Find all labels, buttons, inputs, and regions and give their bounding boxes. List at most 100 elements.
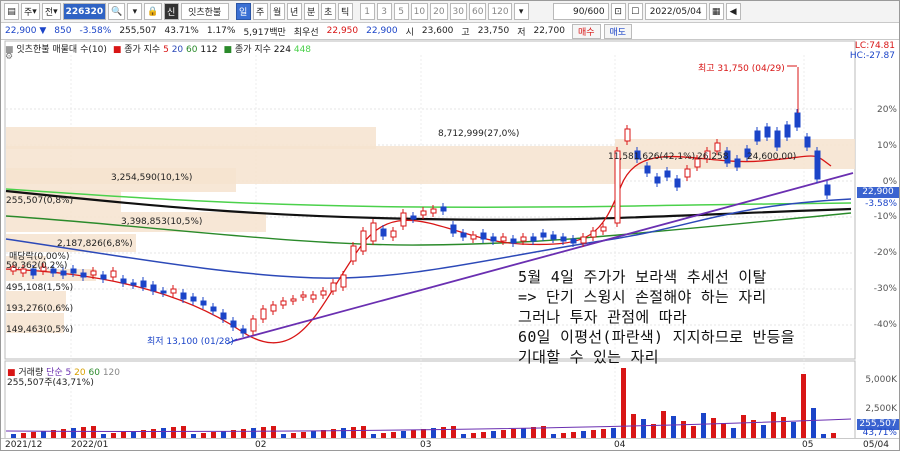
volume-bar-69: [701, 413, 706, 438]
analysis-annotation: 5월 4일 주가가 보라색 추세선 이탈 => 단기 스윙시 손절해야 하는 자…: [518, 267, 795, 367]
volume-bar-63: [641, 419, 646, 438]
candle-body-24: [250, 318, 257, 332]
profile-label-8: 2,187,826(6,8%): [57, 239, 133, 249]
legend-ma2: ■ 종가 지수 224 448: [223, 44, 312, 55]
annotation-line-3: 그러나 투자 관점에 따라: [518, 308, 687, 326]
date-axis: 2021/12 2022/01 02 03 04 05 05/04: [1, 438, 899, 450]
candle-body-21: [220, 312, 227, 320]
volume-bar-59: [601, 429, 606, 438]
volume-bar-68: [691, 426, 696, 438]
volume-bar-3: [41, 431, 46, 438]
profile-label-5: 3,254,590(10,1%): [111, 173, 193, 183]
candle-body-14: [150, 284, 157, 292]
xaxis-2021-12: 2021/12: [5, 440, 43, 450]
annotation-line-2: => 단기 스윙시 손절해야 하는 자리: [518, 288, 767, 306]
profile-label-4: 24,600,00): [747, 152, 797, 162]
volume-axis-2500k: 2,500K: [865, 404, 897, 414]
xaxis-04: 04: [614, 440, 626, 450]
axis-0pct: 0%: [882, 177, 897, 187]
volume-bar-8: [91, 426, 96, 438]
volume-ma120: 120: [102, 368, 120, 378]
profile-label-1: 8,712,999(27,0%): [438, 129, 520, 139]
candle-body-74: [754, 130, 761, 142]
candle-body-72: [734, 158, 741, 168]
volume-bar-32: [331, 429, 336, 438]
axis-minus30pct: -30%: [873, 284, 897, 294]
candle-body-22: [230, 320, 237, 328]
axis-20pct: 20%: [876, 105, 897, 115]
volume-profile-bar-0: [6, 127, 376, 149]
axis-minus10pct: -10%: [873, 212, 897, 222]
volume-bar-15: [161, 428, 166, 438]
legend-ma224: 224: [273, 44, 291, 55]
candle-body-13: [140, 280, 147, 288]
candle-body-64: [654, 176, 661, 184]
candle-body-49: [500, 236, 507, 242]
candle-body-51: [520, 236, 527, 242]
candle-body-61: [624, 128, 631, 142]
volume-bar-14: [151, 429, 156, 438]
profile-label-3: 26,258: [697, 152, 729, 162]
candle-body-27: [280, 300, 287, 306]
volume-bar-7: [81, 427, 86, 438]
volume-bar-48: [491, 431, 496, 438]
volume-bar-24: [251, 428, 256, 438]
candle-body-33: [340, 274, 347, 288]
volume-bar-26: [271, 426, 276, 438]
volume-bar-66: [671, 416, 676, 438]
lc-hc-info: LC:74.81 HC:-27.87: [850, 41, 895, 61]
candle-body-46: [470, 234, 477, 240]
legend-ma5: 5: [163, 44, 169, 55]
legend-ma112: 112: [200, 44, 218, 55]
xaxis-03: 03: [420, 440, 432, 450]
volume-bar-60: [611, 428, 616, 438]
volume-bar-23: [241, 429, 246, 438]
candle-body-77: [784, 124, 791, 138]
volume-bar-44: [451, 426, 456, 438]
candle-body-7: [80, 272, 87, 278]
candle-body-59: [600, 226, 607, 232]
candle-body-31: [320, 290, 327, 296]
annotation-line-4: 60일 이평선(파란색) 지지하므로 반등을: [518, 328, 795, 346]
candle-body-8: [90, 270, 97, 276]
candle-body-58: [590, 230, 597, 238]
volume-bar-35: [361, 426, 366, 438]
volume-bar-77: [781, 417, 786, 438]
volume-bar-40: [411, 430, 416, 438]
candle-body-67: [684, 168, 691, 178]
volume-bar-76: [771, 412, 776, 438]
xaxis-05: 05: [802, 440, 814, 450]
candle-body-75: [764, 126, 771, 138]
settings-icon[interactable]: ⚙: [5, 52, 13, 62]
candle-body-70: [714, 142, 721, 152]
volume-pct: 43,71%: [862, 428, 897, 438]
volume-bar-80: [811, 408, 816, 438]
chart-legend: ■ 잇츠한불 매물대 수(10) ■ 종가 지수 5 20 60 112 ■ 종…: [1, 41, 311, 55]
profile-label-13: 149,463(0,5%): [6, 325, 74, 335]
volume-bar-6: [71, 428, 76, 438]
candle-body-53: [540, 232, 547, 238]
candle-body-5: [60, 270, 67, 276]
candle-body-10: [110, 270, 117, 278]
legend-ma: ■ 종가 지수 5 20 60 112: [112, 44, 218, 55]
candle-body-18: [190, 296, 197, 302]
volume-bar-5: [61, 429, 66, 438]
volume-bar-33: [341, 428, 346, 438]
volume-bar-21: [221, 431, 226, 438]
low-price-marker: 최저 13,100 (01/28): [147, 337, 234, 347]
candle-body-15: [160, 290, 167, 294]
volume-bar-30: [311, 431, 316, 438]
candle-body-30: [310, 294, 317, 300]
candle-body-56: [570, 238, 577, 244]
candle-body-29: [300, 294, 307, 298]
legend-ma2-label: 종가 지수: [234, 44, 271, 55]
volume-bar-65: [661, 411, 666, 438]
candle-body-43: [440, 206, 447, 212]
legend-name: 잇츠한불 매물대 수(10): [16, 44, 107, 55]
candle-body-44: [450, 224, 457, 234]
price-tag: 22,900: [857, 187, 899, 198]
hc-value: HC:-27.87: [849, 51, 895, 61]
volume-bar-71: [721, 423, 726, 438]
candle-body-26: [270, 304, 277, 312]
candle-body-76: [774, 130, 781, 148]
